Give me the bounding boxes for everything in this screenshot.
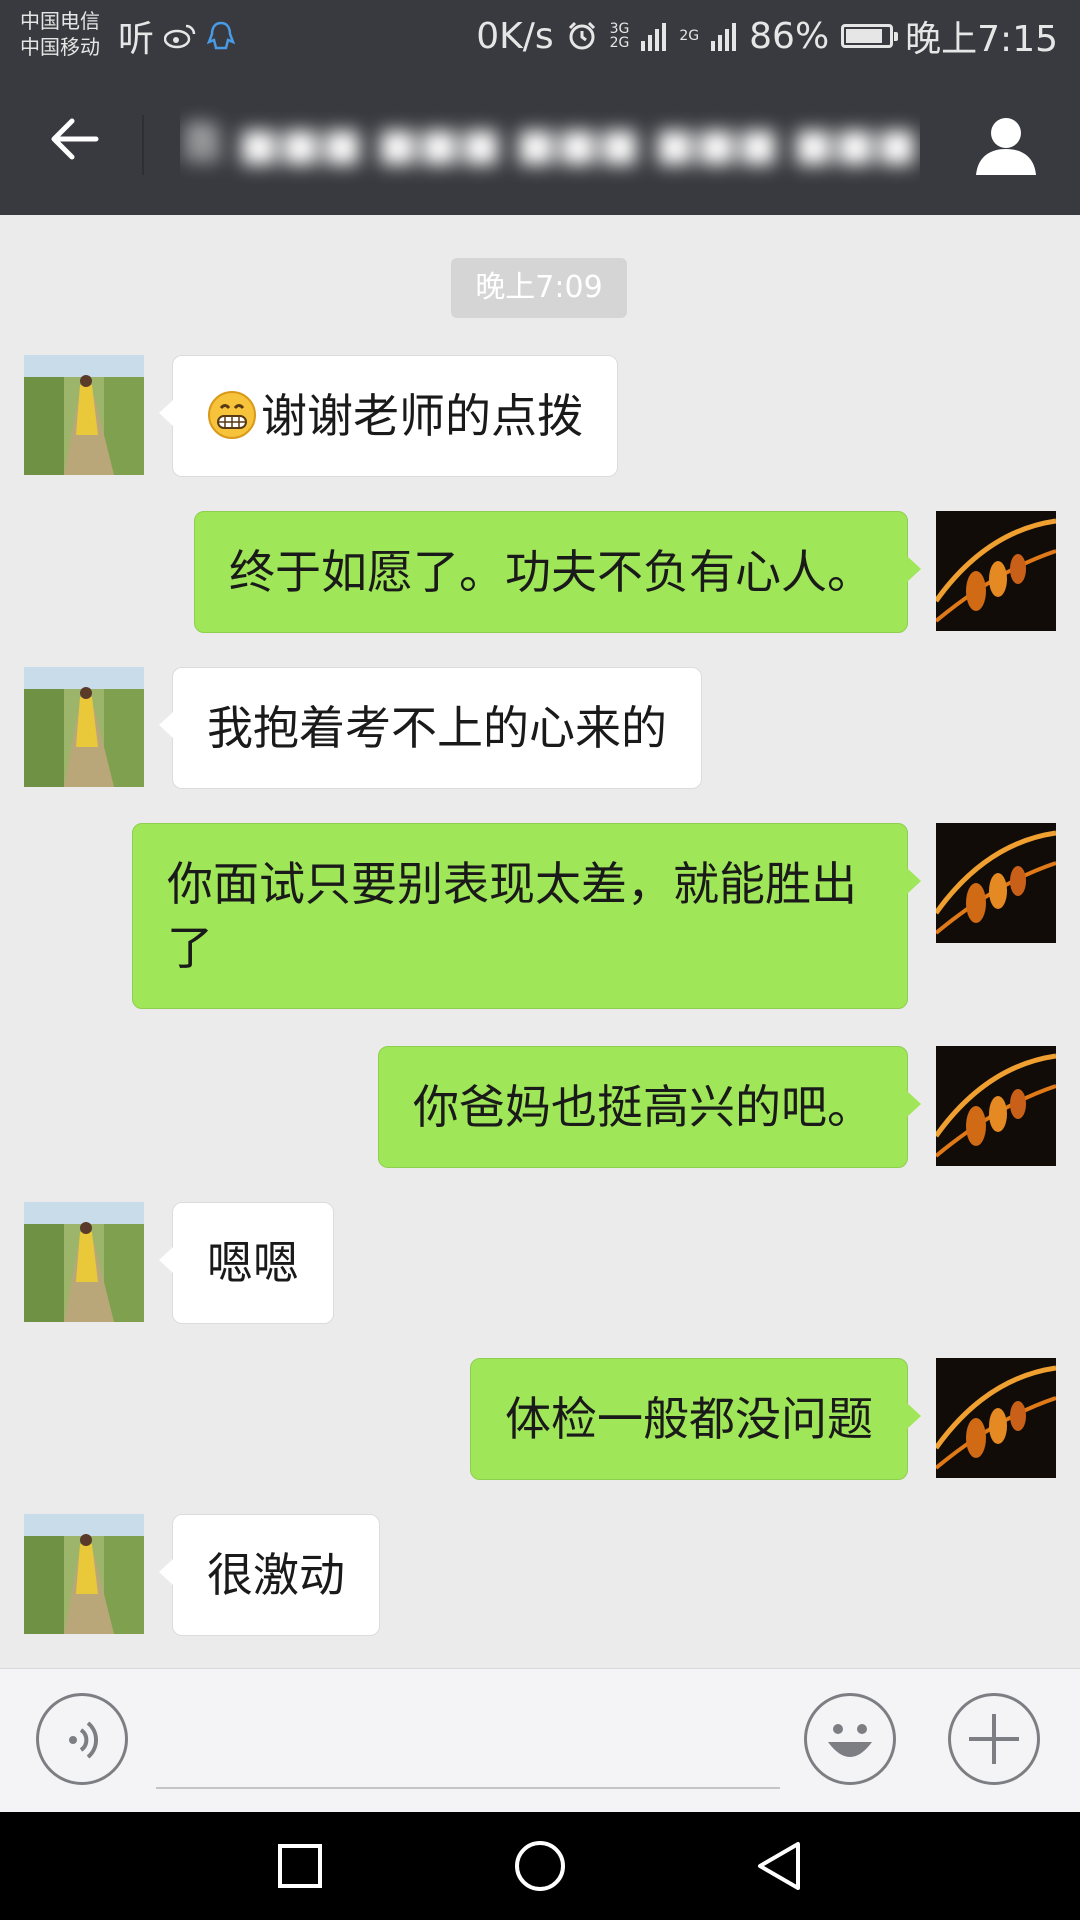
message-bubble-out[interactable]: 你爸妈也挺高兴的吧。 [378,1046,921,1168]
net-speed: 0K/s [476,15,554,57]
listen-app-icon: 听 [118,19,155,60]
my-avatar-image [936,511,1056,631]
input-bar [0,1668,1080,1813]
message-text: 你爸妈也挺高兴的吧。 [413,1080,873,1134]
contact-avatar[interactable] [24,355,144,475]
message-text: 体检一般都没问题 [505,1392,873,1446]
contact-avatar-image [24,355,144,475]
contact-avatar-image [24,667,144,787]
signal-bars-1-icon [641,23,667,51]
my-avatar[interactable] [936,823,1056,943]
nav-back-button[interactable] [750,1836,810,1896]
message-text: 谢谢老师的点拨 [261,389,583,443]
message-text: 你面试只要别表现太差，就能胜出了 [167,857,857,975]
my-avatar[interactable] [936,1046,1056,1166]
home-button[interactable] [510,1836,570,1896]
circle-icon [515,1841,565,1891]
carrier-labels: 中国电信 中国移动 [20,8,100,60]
person-icon [976,118,1036,175]
battery-fill [846,29,883,43]
my-avatar-image [936,1046,1056,1166]
system-status: 0K/s 3G 2G 2G 86% 晚上7:15 [476,14,1058,61]
contact-avatar-image [24,1202,144,1322]
header-divider [142,115,144,175]
grinning-face-icon [208,391,256,439]
voice-button[interactable] [36,1693,128,1785]
more-button[interactable] [948,1693,1040,1785]
chat-title-text: 靠 ■■■ ■■■ ■■■ ■■■ ■■■ ia [180,119,920,170]
my-avatar[interactable] [936,511,1056,631]
contact-avatar[interactable] [24,1202,144,1322]
chat-header: 靠 ■■■ ■■■ ■■■ ■■■ ■■■ ia [0,75,1080,215]
message-bubble-out[interactable]: 体检一般都没问题 [470,1358,921,1480]
system-nav-bar [0,1812,1080,1920]
square-icon [278,1844,322,1888]
notification-icons: 听 [118,14,236,60]
contact-avatar[interactable] [24,1514,144,1634]
message-input[interactable] [156,1787,780,1789]
status-bar: 中国电信 中国移动 听 0K/s 3G 2G 2G 86% 晚上7:15 [0,0,1080,75]
message-text: 嗯嗯 [207,1236,299,1290]
signal-1-label: 3G 2G [609,21,630,51]
message-bubble-in[interactable]: 很激动 [159,1514,380,1636]
my-avatar-image [936,823,1056,943]
message-text: 很激动 [207,1548,345,1602]
message-bubble-in[interactable]: 嗯嗯 [159,1202,334,1324]
chat-title: 靠 ■■■ ■■■ ■■■ ■■■ ■■■ ia [180,105,920,185]
message-bubble-in[interactable]: 谢谢老师的点拨 [159,355,618,477]
message-bubble-out[interactable]: 终于如愿了。功夫不负有心人。 [194,511,921,633]
triangle-back-icon [758,1842,800,1890]
signal-bars-2-icon [711,23,737,51]
message-text: 终于如愿了。功夫不负有心人。 [229,545,873,599]
message-text: 我抱着考不上的心来的 [207,701,667,755]
back-button[interactable] [42,113,106,177]
recents-button[interactable] [270,1836,330,1896]
battery-icon [841,24,899,48]
alarm-icon [568,21,595,50]
my-avatar-image [936,1358,1056,1478]
qq-icon [206,21,236,50]
timestamp: 晚上7:09 [451,258,627,318]
battery-percent: 86% [749,15,830,57]
plus-icon [969,1714,1019,1764]
contact-avatar-image [24,1514,144,1634]
my-avatar[interactable] [936,1358,1056,1478]
carrier-1: 中国电信 [20,9,100,33]
profile-button[interactable] [972,111,1040,179]
voice-icon [69,1721,99,1759]
clock: 晚上7:15 [905,19,1058,60]
contact-avatar[interactable] [24,667,144,787]
carrier-2: 中国移动 [20,35,100,59]
message-bubble-in[interactable]: 我抱着考不上的心来的 [159,667,702,789]
emoji-button[interactable] [804,1693,896,1785]
signal-2-label: 2G [679,28,700,44]
message-bubble-out[interactable]: 你面试只要别表现太差，就能胜出了 [132,823,921,1009]
arrow-left-icon [51,118,99,160]
weibo-icon [164,24,196,49]
chat-area[interactable]: 晚上7:09 谢谢老师的点拨 终于如愿了。功夫不负有心人。 我抱着考不上的心来的… [0,215,1080,1668]
smiley-icon [828,1724,872,1757]
